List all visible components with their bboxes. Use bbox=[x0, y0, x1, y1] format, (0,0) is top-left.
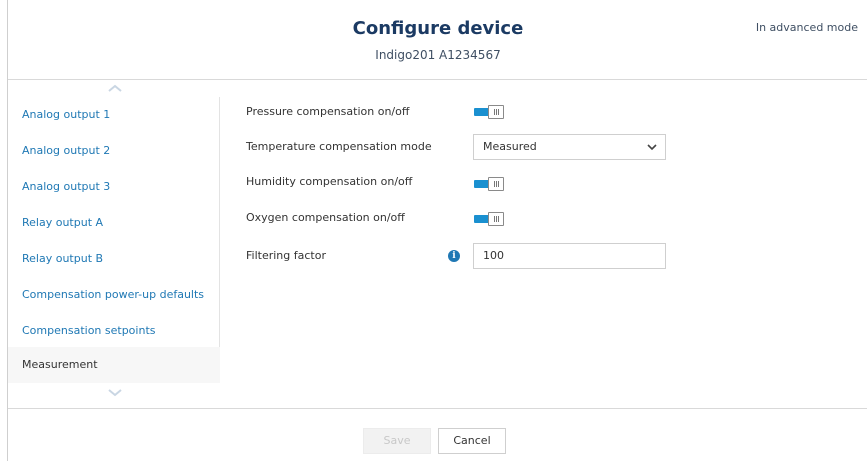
dialog-header: Configure device Indigo201 A1234567 In a… bbox=[8, 0, 867, 80]
scroll-down-chevron-icon[interactable] bbox=[108, 387, 122, 399]
humidity-compensation-row: Humidity compensation on/off bbox=[246, 168, 686, 196]
toggle-knob bbox=[488, 212, 504, 226]
cancel-button[interactable]: Cancel bbox=[438, 428, 506, 454]
sidebar: Analog output 1 Analog output 2 Analog o… bbox=[8, 81, 220, 406]
info-icon[interactable]: i bbox=[448, 250, 460, 262]
pressure-compensation-toggle[interactable] bbox=[474, 105, 504, 119]
scroll-up-chevron-icon[interactable] bbox=[108, 82, 122, 94]
filtering-factor-row: Filtering factor i 100 bbox=[246, 242, 686, 270]
sidebar-item-analog-output-3[interactable]: Analog output 3 bbox=[8, 169, 220, 205]
pressure-compensation-label: Pressure compensation on/off bbox=[246, 105, 410, 118]
oxygen-compensation-toggle[interactable] bbox=[474, 212, 504, 226]
sidebar-item-analog-output-2[interactable]: Analog output 2 bbox=[8, 133, 220, 169]
temperature-compensation-select[interactable]: Measured bbox=[473, 134, 666, 160]
save-button[interactable]: Save bbox=[363, 428, 431, 454]
sidebar-item-measurement[interactable]: Measurement bbox=[8, 347, 220, 383]
pressure-compensation-row: Pressure compensation on/off bbox=[246, 98, 686, 126]
mode-indicator: In advanced mode bbox=[755, 21, 858, 34]
filtering-factor-label: Filtering factor bbox=[246, 249, 326, 262]
oxygen-compensation-row: Oxygen compensation on/off bbox=[246, 204, 686, 232]
toggle-knob bbox=[488, 177, 504, 191]
oxygen-compensation-label: Oxygen compensation on/off bbox=[246, 211, 405, 224]
page-title: Configure device bbox=[352, 18, 524, 39]
toggle-knob bbox=[488, 105, 504, 119]
sidebar-item-compensation-setpoints[interactable]: Compensation setpoints bbox=[8, 313, 220, 349]
temperature-compensation-label: Temperature compensation mode bbox=[246, 140, 432, 153]
temperature-compensation-value: Measured bbox=[483, 140, 537, 153]
dialog-footer: Save Cancel bbox=[8, 408, 867, 461]
device-subtitle: Indigo201 A1234567 bbox=[375, 48, 501, 62]
sidebar-item-analog-output-1[interactable]: Analog output 1 bbox=[8, 97, 220, 133]
temperature-compensation-row: Temperature compensation mode Measured bbox=[246, 133, 686, 161]
humidity-compensation-label: Humidity compensation on/off bbox=[246, 175, 413, 188]
filtering-factor-input[interactable]: 100 bbox=[473, 243, 666, 269]
configure-device-dialog: Configure device Indigo201 A1234567 In a… bbox=[7, 0, 867, 461]
chevron-down-icon bbox=[647, 144, 657, 151]
sidebar-item-compensation-power-up-defaults[interactable]: Compensation power-up defaults bbox=[8, 277, 220, 313]
humidity-compensation-toggle[interactable] bbox=[474, 177, 504, 191]
sidebar-list: Analog output 1 Analog output 2 Analog o… bbox=[8, 97, 220, 383]
sidebar-item-relay-output-b[interactable]: Relay output B bbox=[8, 241, 220, 277]
sidebar-item-relay-output-a[interactable]: Relay output A bbox=[8, 205, 220, 241]
